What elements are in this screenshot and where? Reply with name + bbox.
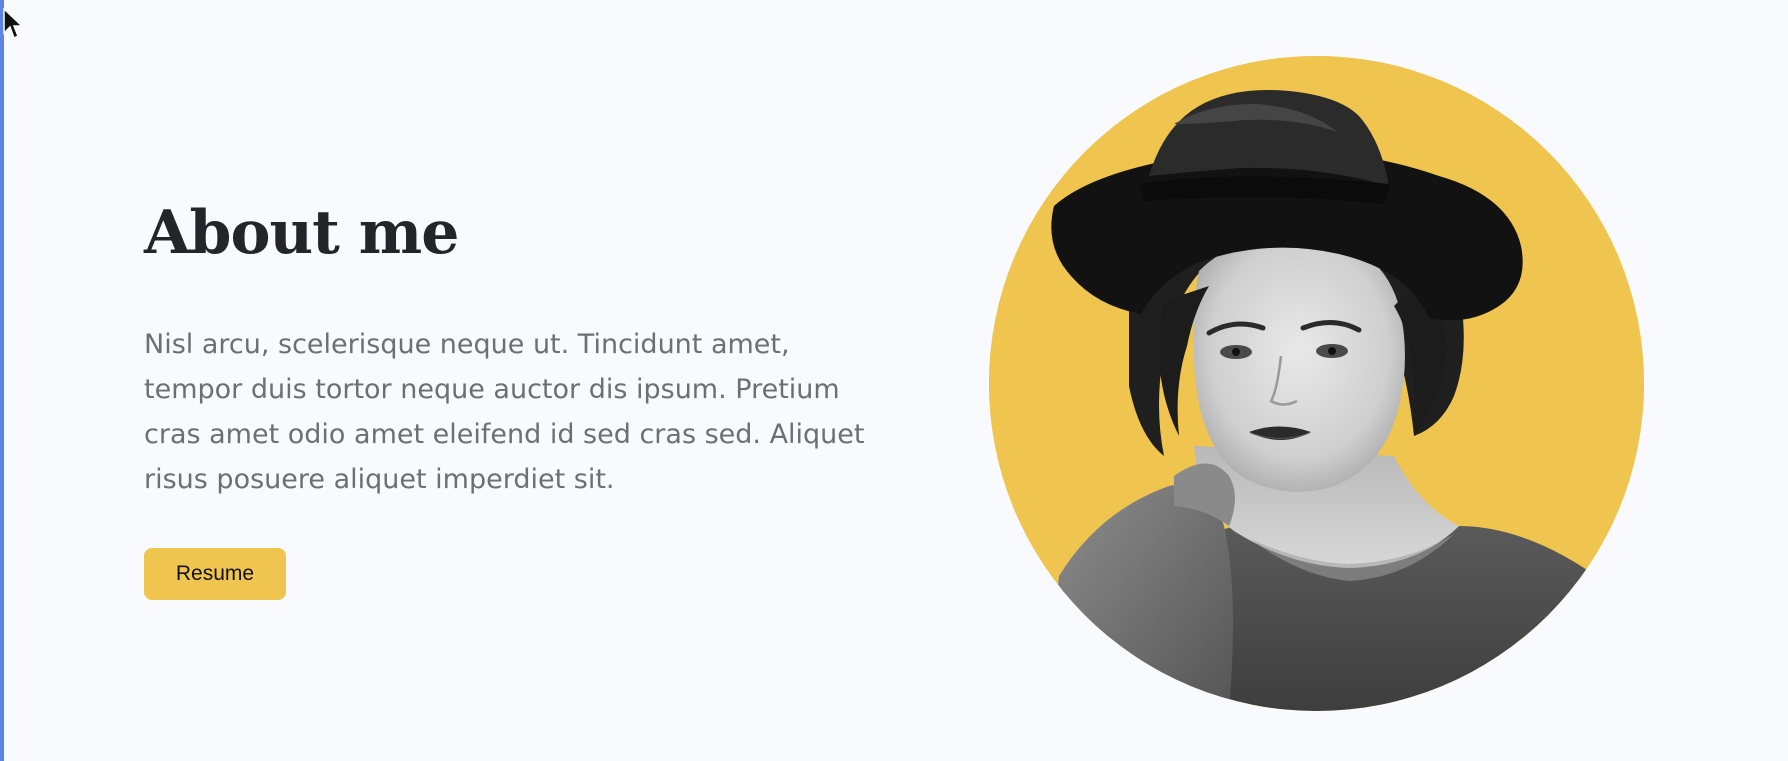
about-heading: About me [144, 198, 459, 268]
portrait-illustration [989, 56, 1644, 711]
mouse-pointer-icon [3, 8, 23, 40]
left-edge-indicator [0, 0, 4, 761]
profile-portrait [989, 56, 1644, 711]
about-section: About me Nisl arcu, scelerisque neque ut… [144, 195, 884, 600]
about-description: Nisl arcu, scelerisque neque ut. Tincidu… [144, 329, 865, 495]
resume-button[interactable]: Resume [144, 548, 286, 600]
